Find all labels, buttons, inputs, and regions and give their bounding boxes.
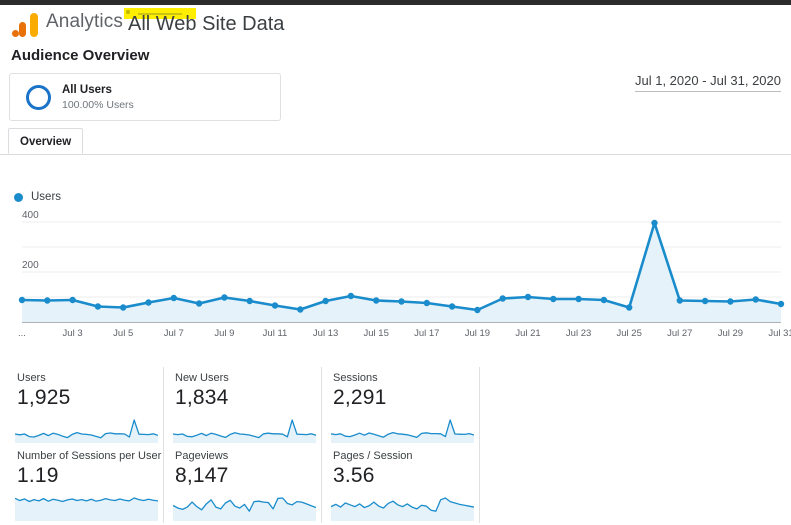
- svg-text:Jul 21: Jul 21: [515, 328, 540, 339]
- segment-card-all-users[interactable]: All Users 100.00% Users: [9, 73, 281, 121]
- svg-text:Jul 31: Jul 31: [768, 328, 791, 339]
- svg-text:Jul 3: Jul 3: [63, 328, 83, 339]
- metric-card-row: Users 1,925 New Users 1,834 Sessions 2,2…: [9, 367, 491, 445]
- metric-card-users[interactable]: Users 1,925: [9, 367, 164, 445]
- users-over-time-chart[interactable]: 200 400... Jul 3 Jul 5 Jul 7 Jul 9 Jul 11 Jul 1…: [0, 210, 791, 340]
- metric-sparkline: [331, 419, 474, 443]
- metric-card-row: Number of Sessions per User 1.19 Pagevie…: [9, 445, 491, 523]
- app-header: Analytics All Web Site Data: [0, 5, 791, 43]
- metric-card-pageviews[interactable]: Pageviews 8,147: [167, 445, 322, 523]
- metric-sparkline: [15, 419, 158, 443]
- svg-text:Jul 9: Jul 9: [214, 328, 234, 339]
- metric-sparkline: [15, 497, 158, 521]
- segment-percent: 100.00% Users: [62, 99, 134, 111]
- google-analytics-logo-icon: [12, 13, 38, 37]
- metric-card-pages-per-session[interactable]: Pages / Session 3.56: [325, 445, 480, 523]
- metric-label: New Users: [175, 372, 229, 384]
- metric-value: 1.19: [17, 464, 59, 487]
- svg-text:400: 400: [22, 210, 39, 221]
- metric-value: 1,834: [175, 386, 229, 409]
- metric-card-sessions-per-user[interactable]: Number of Sessions per User 1.19: [9, 445, 164, 523]
- metric-label: Pages / Session: [333, 450, 413, 462]
- chart-legend: Users: [14, 191, 61, 203]
- users-line-chart-svg: 200 400... Jul 3 Jul 5 Jul 7 Jul 9 Jul 11 Jul 1…: [18, 210, 791, 339]
- metric-card-sessions[interactable]: Sessions 2,291: [325, 367, 480, 445]
- brand-name: Analytics: [46, 11, 123, 32]
- tab-overview[interactable]: Overview: [8, 128, 84, 154]
- svg-text:Jul 7: Jul 7: [164, 328, 184, 339]
- metric-label: Users: [17, 372, 46, 384]
- svg-text:Jul 11: Jul 11: [263, 328, 288, 339]
- segment-ring-icon: [26, 85, 51, 110]
- svg-text:Jul 19: Jul 19: [465, 328, 490, 339]
- svg-text:Jul 13: Jul 13: [313, 328, 338, 339]
- metric-label: Pageviews: [175, 450, 229, 462]
- metric-value: 3.56: [333, 464, 375, 487]
- metric-sparkline: [173, 419, 316, 443]
- legend-dot-users: [14, 192, 23, 202]
- svg-text:...: ...: [18, 328, 26, 339]
- property-name[interactable]: All Web Site Data: [128, 13, 284, 36]
- tab-bar: Overview: [0, 128, 791, 155]
- page-title: Audience Overview: [11, 47, 150, 64]
- metric-label: Number of Sessions per User: [17, 450, 162, 462]
- svg-text:Jul 17: Jul 17: [414, 328, 439, 339]
- svg-text:Jul 25: Jul 25: [617, 328, 642, 339]
- metric-cards: Users 1,925 New Users 1,834 Sessions 2,2…: [9, 367, 491, 523]
- svg-text:Jul 5: Jul 5: [113, 328, 133, 339]
- metric-value: 1,925: [17, 386, 71, 409]
- metric-value: 2,291: [333, 386, 387, 409]
- metric-value: 8,147: [175, 464, 229, 487]
- metric-sparkline: [173, 497, 316, 521]
- metric-sparkline: [331, 497, 474, 521]
- segment-name: All Users: [62, 84, 112, 96]
- svg-text:200: 200: [22, 260, 39, 271]
- svg-text:Jul 23: Jul 23: [566, 328, 591, 339]
- svg-text:Jul 27: Jul 27: [667, 328, 692, 339]
- svg-text:Jul 29: Jul 29: [718, 328, 743, 339]
- date-range-selector[interactable]: Jul 1, 2020 - Jul 31, 2020: [635, 73, 781, 92]
- metric-label: Sessions: [333, 372, 378, 384]
- metric-card-new-users[interactable]: New Users 1,834: [167, 367, 322, 445]
- svg-text:Jul 15: Jul 15: [364, 328, 389, 339]
- legend-label-users[interactable]: Users: [31, 191, 61, 203]
